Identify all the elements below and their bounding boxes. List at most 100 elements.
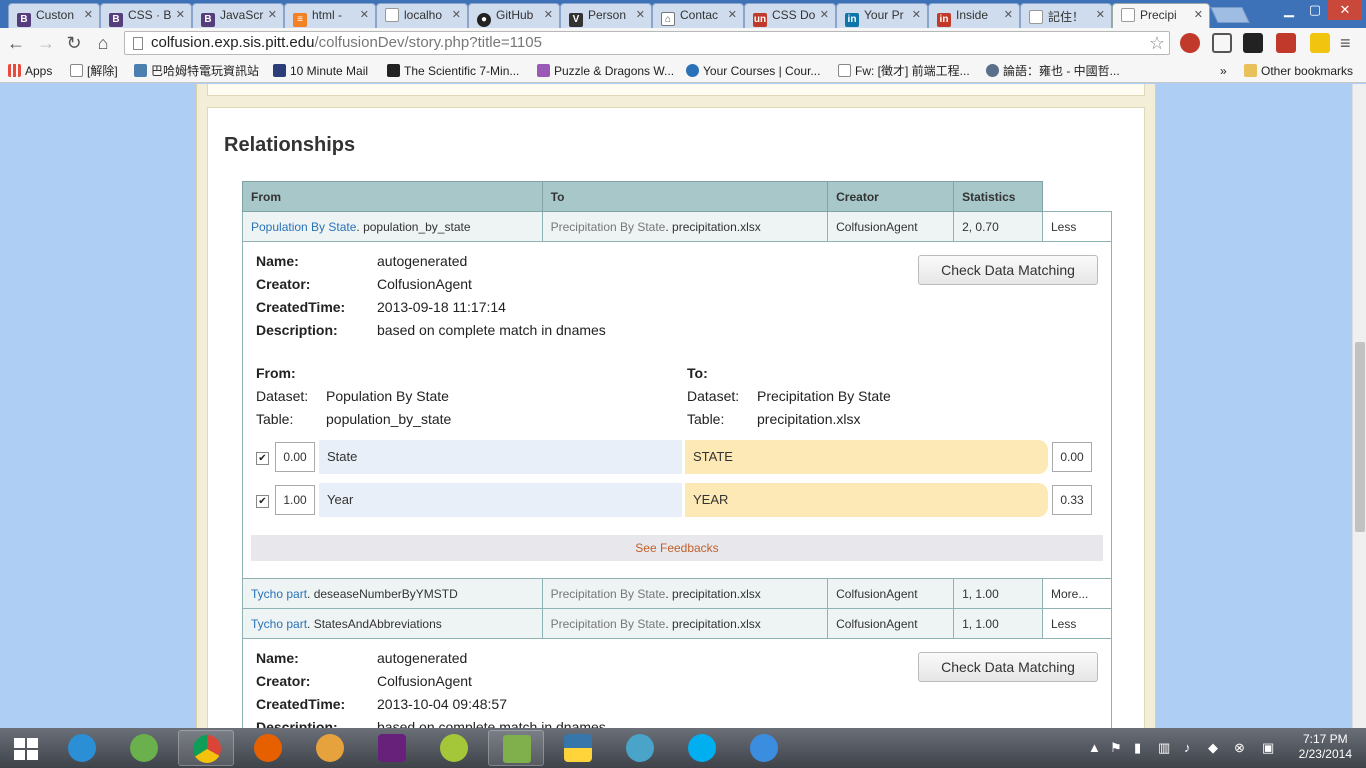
new-tab-button[interactable] <box>1210 7 1250 23</box>
minimize-icon[interactable]: ▁ <box>1276 0 1302 20</box>
close-tab-icon[interactable]: ✕ <box>1004 8 1013 21</box>
start-button[interactable] <box>0 730 52 766</box>
bookmark-item[interactable]: [解除] <box>70 62 118 80</box>
other-bookmarks[interactable]: Other bookmarks <box>1244 62 1353 80</box>
column-checkbox[interactable]: ✔ <box>256 495 269 508</box>
from-dataset-link[interactable]: Tycho part <box>251 587 307 601</box>
less-toggle[interactable]: Less <box>1042 211 1112 242</box>
from-dataset-link[interactable]: Tycho part <box>251 617 307 631</box>
from-table-value: population_by_state <box>326 411 452 427</box>
bookmark-item[interactable]: The Scientific 7-Min... <box>387 62 519 80</box>
system-clock[interactable]: 7:17 PM 2/23/2014 <box>1299 732 1352 762</box>
notifications-icon[interactable] <box>1310 33 1330 53</box>
browser-tab[interactable]: in Inside ✕ <box>928 3 1020 28</box>
browser-tab[interactable]: localho ✕ <box>376 3 468 28</box>
more-toggle[interactable]: More... <box>1042 578 1112 609</box>
close-tab-icon[interactable]: ✕ <box>452 8 461 21</box>
forward-icon[interactable]: → <box>34 32 58 54</box>
scrollbar-thumb[interactable] <box>1355 342 1365 532</box>
red-extension-icon[interactable] <box>1276 33 1296 53</box>
taskbar-app[interactable] <box>178 730 234 766</box>
close-tab-icon[interactable]: ✕ <box>820 8 829 21</box>
browser-tab[interactable]: B JavaScr ✕ <box>192 3 284 28</box>
taskbar-app[interactable] <box>116 730 172 766</box>
close-tab-icon[interactable]: ✕ <box>268 8 277 21</box>
network-tray-icon[interactable]: ▥ <box>1158 740 1170 756</box>
close-tab-icon[interactable]: ✕ <box>176 8 185 21</box>
adblock-icon[interactable] <box>1180 33 1200 53</box>
close-tab-icon[interactable]: ✕ <box>1194 8 1203 21</box>
page-scrollbar[interactable] <box>1352 84 1366 728</box>
browser-tab[interactable]: in Your Pr ✕ <box>836 3 928 28</box>
to-score-input[interactable]: 0.00 <box>1052 442 1092 472</box>
nyt-icon <box>387 64 400 77</box>
dropbox-icon[interactable]: ◆ <box>1208 740 1218 756</box>
browser-tab[interactable]: un CSS Do ✕ <box>744 3 836 28</box>
bookmark-item[interactable]: 巴哈姆特電玩資訊站 <box>134 62 259 80</box>
browser-tab[interactable]: ≡ html - ✕ <box>284 3 376 28</box>
browser-tab[interactable]: B Custon ✕ <box>8 3 100 28</box>
see-feedbacks-link[interactable]: See Feedbacks <box>251 535 1103 561</box>
from-score-input[interactable]: 0.00 <box>275 442 315 472</box>
check-data-matching-button[interactable]: Check Data Matching <box>918 255 1098 285</box>
flag-icon[interactable]: ⚑ <box>1110 740 1122 756</box>
taskbar-app[interactable] <box>302 730 358 766</box>
close-tab-icon[interactable]: ✕ <box>84 8 93 21</box>
bookmark-apps[interactable]: Apps <box>8 62 52 80</box>
battery-icon[interactable]: ▮ <box>1134 740 1141 756</box>
close-tab-icon[interactable]: ✕ <box>728 8 737 21</box>
maximize-icon[interactable]: ▢ <box>1302 0 1328 20</box>
taskbar-app[interactable] <box>550 730 606 766</box>
browser-tab[interactable]: 記住！ ✕ <box>1020 3 1112 28</box>
sync-icon[interactable]: ⊗ <box>1234 740 1245 756</box>
taskbar-app[interactable] <box>612 730 668 766</box>
detail-row: Name: autogenerated Creator: ColfusionAg… <box>242 241 1112 579</box>
volume-icon[interactable]: ♪ <box>1184 740 1191 755</box>
less-toggle[interactable]: Less <box>1042 608 1112 639</box>
browser-tab[interactable]: ⌂ Contac ✕ <box>652 3 744 28</box>
action-center-icon[interactable]: ▣ <box>1262 740 1274 756</box>
taskbar-app[interactable] <box>488 730 544 766</box>
taskbar-app[interactable] <box>364 730 420 766</box>
from-dataset-link[interactable]: Population By State <box>251 220 356 234</box>
check-data-matching-button[interactable]: Check Data Matching <box>918 652 1098 682</box>
bookmark-star-icon[interactable]: ☆ <box>1149 32 1165 54</box>
close-tab-icon[interactable]: ✕ <box>360 8 369 21</box>
bookmark-item[interactable]: 10 Minute Mail <box>273 62 368 80</box>
reload-icon[interactable]: ↻ <box>62 32 86 54</box>
puzzle-icon <box>537 64 550 77</box>
bookmarks-overflow-button[interactable]: » <box>1220 62 1227 80</box>
taskbar-app[interactable] <box>674 730 730 766</box>
taskbar-app[interactable] <box>240 730 296 766</box>
github-icon: ● <box>477 13 491 27</box>
taskbar-app[interactable] <box>426 730 482 766</box>
browser-tab[interactable]: ● GitHub ✕ <box>468 3 560 28</box>
taskbar-app[interactable] <box>736 730 792 766</box>
close-tab-icon[interactable]: ✕ <box>544 8 553 21</box>
browser-tab[interactable]: B CSS · B ✕ <box>100 3 192 28</box>
home-icon[interactable]: ⌂ <box>91 32 115 54</box>
bookmark-item[interactable]: Puzzle & Dragons W... <box>537 62 674 80</box>
show-hidden-icons[interactable]: ▲ <box>1088 740 1101 755</box>
to-score-input[interactable]: 0.33 <box>1052 485 1092 515</box>
to-cell: Precipitation By State. precipitation.xl… <box>541 608 829 639</box>
browser-tab-active[interactable]: Precipi ✕ <box>1112 3 1210 28</box>
wrench-icon[interactable] <box>1212 33 1232 53</box>
close-tab-icon[interactable]: ✕ <box>636 8 645 21</box>
bookmark-item[interactable]: Fw: [徵才] 前端工程... <box>838 62 970 80</box>
stackoverflow-icon: ≡ <box>293 13 307 27</box>
bookmark-item[interactable]: 論語：雍也 - 中國哲... <box>986 62 1120 80</box>
menu-icon[interactable]: ≡ <box>1340 33 1356 53</box>
back-icon[interactable]: ← <box>4 32 28 54</box>
bookmark-item[interactable]: Your Courses | Cour... <box>686 62 820 80</box>
address-bar[interactable]: colfusion.exp.sis.pitt.edu/colfusionDev/… <box>124 31 1170 55</box>
close-window-icon[interactable]: ✕ <box>1328 0 1362 20</box>
taskbar-app[interactable] <box>54 730 110 766</box>
close-tab-icon[interactable]: ✕ <box>912 8 921 21</box>
browser-tab[interactable]: V Person ✕ <box>560 3 652 28</box>
from-score-input[interactable]: 1.00 <box>275 485 315 515</box>
close-tab-icon[interactable]: ✕ <box>1096 8 1105 21</box>
cat-icon[interactable] <box>1243 33 1263 53</box>
column-checkbox[interactable]: ✔ <box>256 452 269 465</box>
page-icon <box>1121 8 1135 22</box>
